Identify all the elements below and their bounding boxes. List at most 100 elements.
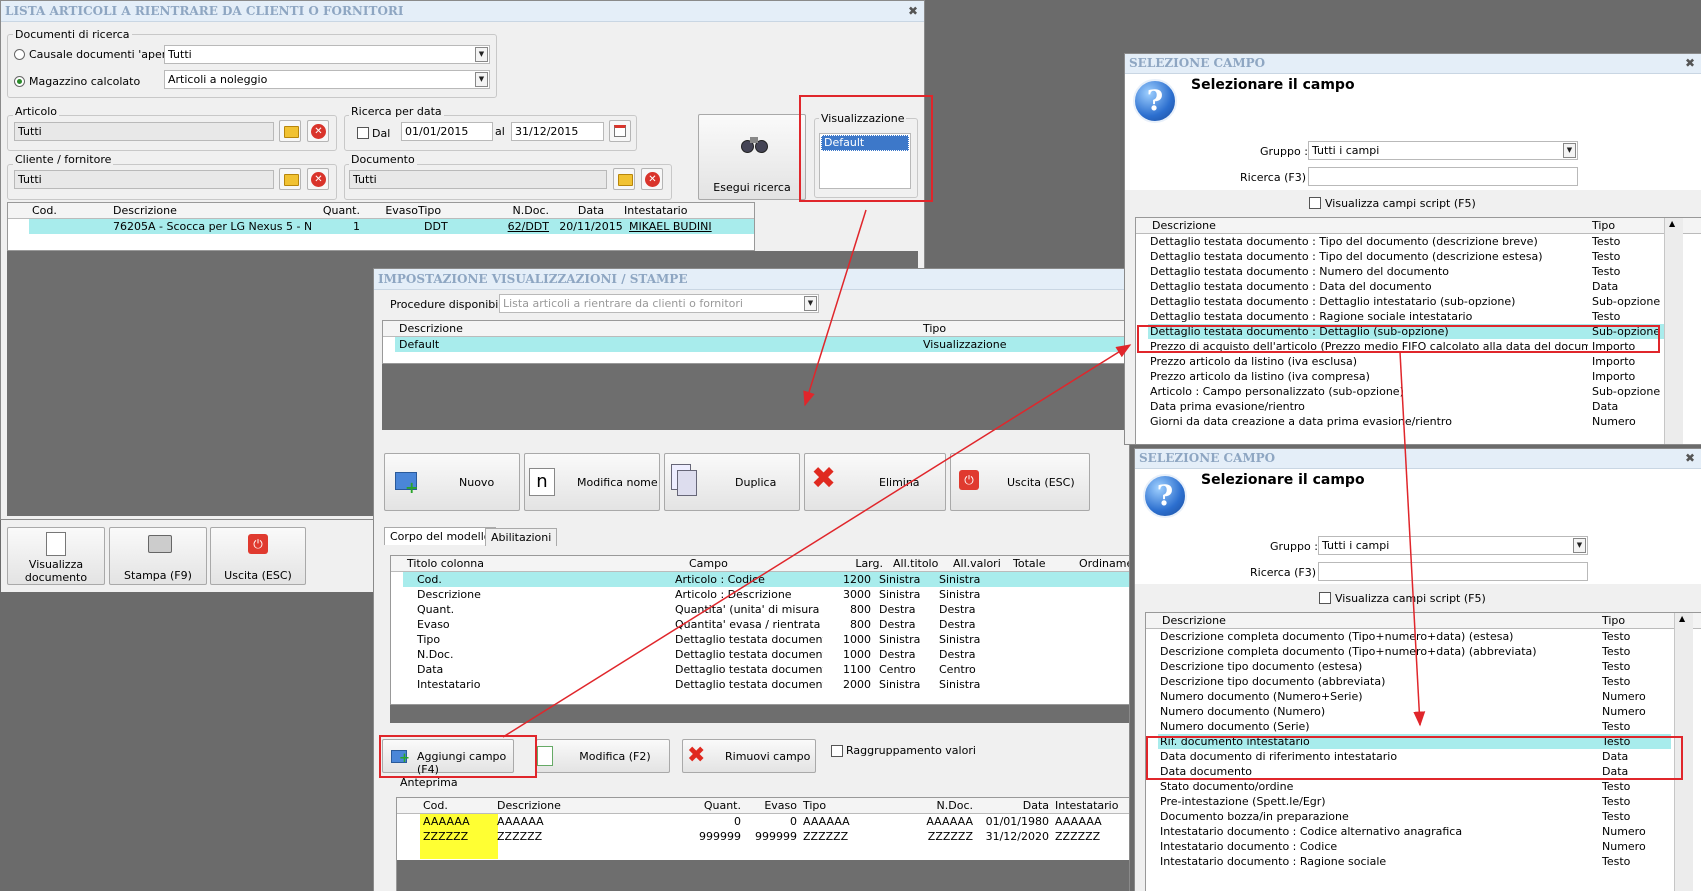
list-item[interactable]: Intestatario documento : Ragione sociale… [1158,854,1671,869]
esegui-ricerca-button[interactable]: Esegui ricerca [698,114,806,200]
list-item[interactable]: Descrizione tipo documento (estesa) Testo [1158,659,1671,674]
list-item[interactable]: Dettaglio testata documento : Numero del… [1148,264,1671,279]
col-intestatario[interactable]: Intestatario [622,203,752,218]
col-cod[interactable]: Cod. [30,203,110,218]
modelli-col-descrizione[interactable]: Descrizione [397,321,697,336]
col-descrizione[interactable]: Descrizione [111,203,311,218]
list-item[interactable]: Dettaglio testata documento : Tipo del d… [1148,249,1671,264]
anteprima-col[interactable]: Cod. [421,798,497,813]
col-tipo[interactable]: Tipo [416,203,476,218]
sel2-script-checkbox[interactable] [1319,592,1331,604]
cliente-browse-button[interactable] [279,168,301,190]
table-row[interactable]: DataDettaglio testata documento : ...110… [403,662,1129,677]
documento-browse-button[interactable] [613,168,635,190]
table-row[interactable]: 76205A - Scocca per LG Nexus 5 - Nero 1 … [29,219,754,234]
col-quant[interactable]: Quant. [308,203,364,218]
col-data[interactable]: Data [553,203,627,218]
chevron-up-icon[interactable]: ▲ [1679,614,1685,623]
sel1-script-checkbox[interactable] [1309,197,1321,209]
corpo-col-totale[interactable]: Totale [1011,556,1071,571]
documento-clear-button[interactable]: ✕ [641,168,663,190]
list-item[interactable]: Numero documento (Serie) Testo [1158,719,1671,734]
close-icon[interactable]: ✖ [1685,54,1695,73]
articolo-browse-button[interactable] [279,120,301,142]
causale-select[interactable]: Tutti ▼ [164,45,490,64]
list-item[interactable]: Intestatario documento : Codice Numero [1158,839,1671,854]
anteprima-col[interactable]: Descrizione [495,798,675,813]
tab-corpo-modello[interactable]: Corpo del modello [384,527,497,545]
list-item[interactable]: Giorni da data creazione a data prima ev… [1148,414,1671,429]
sel1-gruppo-select[interactable]: Tutti i campi ▼ [1308,141,1578,160]
corpo-col-allvalori[interactable]: All.valori [951,556,1011,571]
table-row[interactable]: N.Doc.Dettaglio testata documento : ...1… [403,647,1129,662]
chevron-down-icon[interactable]: ▼ [475,72,488,87]
articolo-field[interactable]: Tutti [14,122,274,141]
list-item[interactable]: Descrizione completa documento (Tipo+num… [1158,629,1671,644]
list-item[interactable]: Intestatario documento : Codice alternat… [1158,824,1671,839]
table-row[interactable]: Quant.Quantita' (unita' di misura docu..… [403,602,1129,617]
anteprima-col[interactable]: Data [977,798,1053,813]
sel2-gruppo-select[interactable]: Tutti i campi ▼ [1318,536,1588,555]
corpo-col-alltitolo[interactable]: All.titolo [891,556,951,571]
list-item[interactable]: Data prima evasione/rientro Data [1148,399,1671,414]
anteprima-col[interactable]: Intestatario [1053,798,1129,813]
modifica-campo-button[interactable]: Modifica (F2) [536,739,670,773]
radio-causale[interactable] [14,49,25,60]
intestatario-link[interactable]: MIKAEL BUDINI [627,219,754,234]
anteprima-col[interactable]: Evaso [745,798,801,813]
list-item[interactable]: Numero documento (Numero+Serie) Numero [1158,689,1671,704]
raggruppamento-checkbox[interactable] [831,745,843,757]
table-row[interactable]: Default Visualizzazione [395,337,1129,352]
dal-date-field[interactable]: 01/01/2015 [401,122,493,141]
table-row[interactable]: Cod. Articolo : Codice 1200 Sinistra Sinistr… [403,572,1129,587]
sel2-ricerca-input[interactable] [1318,562,1588,581]
corpo-col-ordinamento[interactable]: Ordiname [1077,556,1129,571]
close-icon[interactable]: ✖ [908,1,918,21]
chevron-down-icon[interactable]: ▼ [1563,143,1576,158]
list-item[interactable]: Dettaglio testata documento : Tipo del d… [1148,234,1671,249]
list-item[interactable]: Documento bozza/in preparazione Testo [1158,809,1671,824]
list-item[interactable]: Stato documento/ordine Testo [1158,779,1671,794]
sel1-ricerca-input[interactable] [1308,167,1578,186]
cliente-field[interactable]: Tutti [14,170,274,189]
corpo-col-larg[interactable]: Larg. [839,556,887,571]
tab-abilitazioni[interactable]: Abilitazioni [485,528,558,546]
list-item[interactable]: Descrizione completa documento (Tipo+num… [1158,644,1671,659]
list-item[interactable]: Numero documento (Numero) Numero [1158,704,1671,719]
corpo-col-titolo[interactable]: Titolo colonna [405,556,575,571]
col-evaso[interactable]: Evaso [364,203,422,218]
stampa-button[interactable]: Stampa (F9) [109,527,207,585]
list-item[interactable]: Dettaglio testata documento : Dettaglio … [1148,294,1671,309]
visualizza-documento-button[interactable]: Visualizza documento [7,527,105,585]
dal-checkbox[interactable] [357,127,369,139]
cliente-clear-button[interactable]: ✕ [307,168,329,190]
list-item[interactable]: Dettaglio testata documento : Data del d… [1148,279,1671,294]
duplica-button[interactable]: Duplica [664,453,800,511]
uscita-impost-button[interactable]: ⏻ Uscita (ESC) [950,453,1090,511]
table-row[interactable]: TipoDettaglio testata documento : ...100… [403,632,1129,647]
documento-field[interactable]: Tutti [349,170,607,189]
corpo-col-campo[interactable]: Campo [687,556,857,571]
sel1-scrollbar[interactable]: ▲ [1664,218,1683,444]
list-item[interactable]: Dettaglio testata documento : Ragione so… [1148,309,1671,324]
table-row[interactable]: Evaso Quantita' evasa / rientrata 800 Destr… [403,617,1129,632]
list-item[interactable]: Prezzo articolo da listino (iva compresa… [1148,369,1671,384]
anteprima-col[interactable]: N.Doc. [891,798,977,813]
rimuovi-campo-button[interactable]: ✖ Rimuovi campo [682,739,816,773]
uscita-button[interactable]: ⏻ Uscita (ESC) [210,527,306,585]
table-row[interactable]: Descrizione Articolo : Descrizione 3000 Sin… [403,587,1129,602]
radio-magazzino[interactable] [14,76,25,87]
chevron-down-icon[interactable]: ▼ [1573,538,1586,553]
modifica-nome-button[interactable]: n Modifica nome [524,453,660,511]
list-item[interactable]: Descrizione tipo documento (abbreviata) T… [1158,674,1671,689]
ndoc-link[interactable]: 62/DDT [483,219,553,234]
col-ndoc[interactable]: N.Doc. [483,203,553,218]
list-item[interactable]: Articolo : Campo personalizzato (sub-opz… [1148,384,1671,399]
nuovo-button[interactable]: + Nuovo [384,453,520,511]
chevron-down-icon[interactable]: ▼ [804,296,817,311]
elimina-button[interactable]: ✖ Elimina [804,453,946,511]
calendar-button[interactable] [609,120,631,142]
articolo-clear-button[interactable]: ✕ [307,120,329,142]
procedure-select[interactable]: Lista articoli a rientrare da clienti o … [499,294,819,313]
list-item[interactable]: Pre-intestazione (Spett.le/Egr) Testo [1158,794,1671,809]
